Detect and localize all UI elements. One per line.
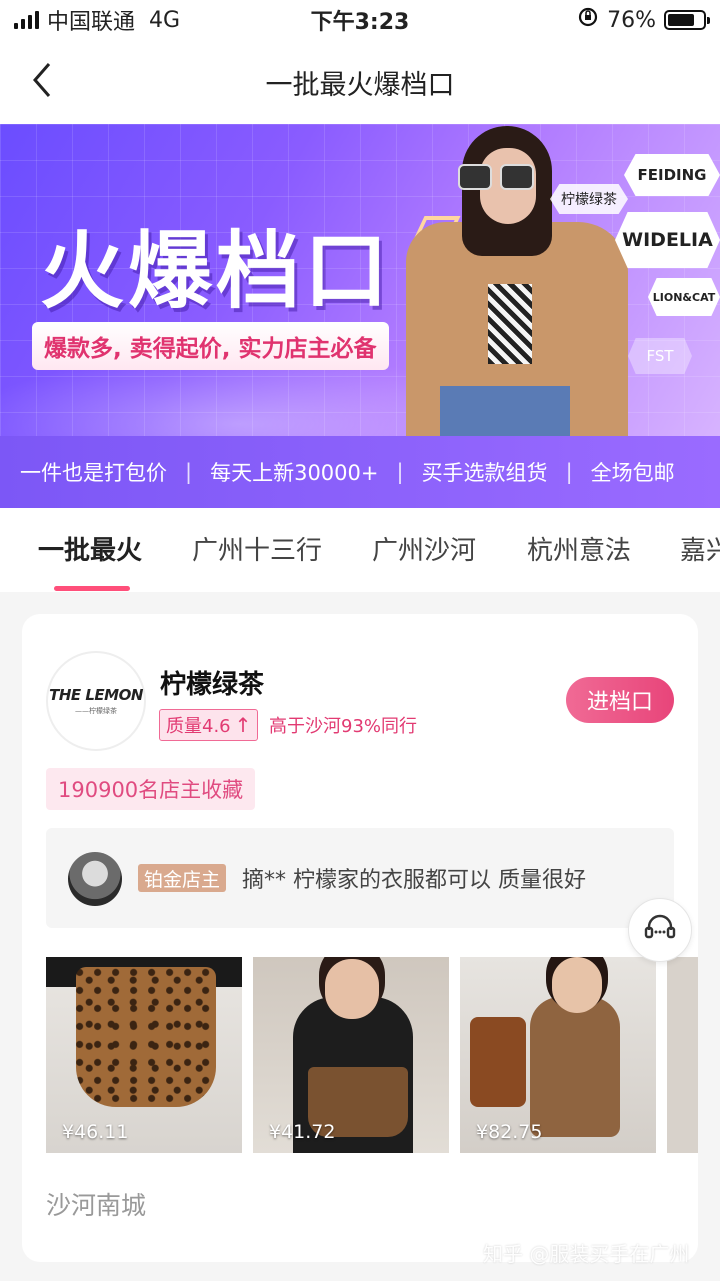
watermark: 知乎 @服装买手在广州 [483, 1242, 690, 1266]
favorites-badge: 190900名店主收藏 [46, 768, 256, 810]
brand-tag: LION&CAT [648, 278, 720, 316]
logo-subtext: ——柠檬绿茶 [75, 707, 117, 715]
brand-tag: 柠檬绿茶 [550, 184, 628, 214]
network-type: 4G [149, 7, 181, 33]
feature-item: 一件也是打包价 [20, 461, 167, 485]
quality-badge: 质量4.6 ↑ [159, 709, 259, 741]
tab-hangzhou-yifa[interactable]: 杭州意法 [527, 530, 631, 567]
tab-guangzhou-shisanhang[interactable]: 广州十三行 [192, 530, 322, 567]
battery-icon [664, 10, 710, 30]
member-level-badge: 铂金店主 [138, 864, 227, 892]
product-card-partial[interactable] [667, 957, 698, 1153]
divider: | [396, 460, 404, 484]
banner-subline: 爆款多, 卖得起价, 实力店主必备 [32, 322, 389, 370]
navigation-bar: 一批最火爆档口 [0, 40, 720, 124]
page-title: 一批最火爆档口 [265, 69, 455, 101]
feature-item: 每天上新30000+ [210, 461, 379, 485]
avatar [68, 852, 122, 906]
product-card[interactable]: ¥46.11 [46, 957, 242, 1153]
customer-service-button[interactable] [628, 898, 692, 962]
market-tabs: 一批最火 广州十三行 广州沙河 杭州意法 嘉兴 [0, 508, 720, 592]
quality-score: 质量4.6 [166, 716, 231, 737]
active-tab-indicator [54, 586, 130, 591]
feature-item: 全场包邮 [590, 461, 675, 485]
promo-banner[interactable]: 火爆档口 爆款多, 卖得起价, 实力店主必备 FEIDING WIDELIA L… [0, 124, 720, 436]
shop-district: 沙河南城 [46, 1191, 147, 1220]
product-price: ¥82.75 [476, 1121, 543, 1143]
feature-strip: 一件也是打包价 | 每天上新30000+ | 买手选款组货 | 全场包邮 [0, 436, 720, 508]
brand-tag: FST [628, 338, 692, 374]
product-carousel[interactable]: ¥46.11 ¥41.72 ¥82.75 [46, 957, 698, 1153]
headset-icon [642, 910, 678, 950]
product-card[interactable]: ¥82.75 [460, 957, 656, 1153]
quality-comparison: 高于沙河93%同行 [269, 716, 418, 737]
model-image [400, 124, 630, 436]
tab-guangzhou-shahe[interactable]: 广州沙河 [372, 530, 476, 567]
chevron-left-icon [31, 62, 53, 102]
product-price: ¥46.11 [62, 1121, 129, 1143]
shop-card[interactable]: THE LEMON ——柠檬绿茶 柠檬绿茶 质量4.6 ↑ 高于沙河93%同行 … [22, 614, 698, 1262]
banner-headline: 火爆档口 [40, 222, 393, 320]
battery-percent: 76% [607, 7, 656, 33]
shop-logo[interactable]: THE LEMON ——柠檬绿茶 [46, 651, 146, 751]
enter-shop-button[interactable]: 进档口 [566, 677, 674, 723]
product-card[interactable]: ¥41.72 [253, 957, 449, 1153]
rotation-lock-icon [577, 6, 599, 34]
divider: | [185, 460, 193, 484]
status-bar: 中国联通 4G 下午3:23 76% [0, 0, 720, 40]
back-button[interactable] [22, 60, 62, 104]
carrier-name: 中国联通 [47, 10, 136, 35]
product-price: ¥41.72 [269, 1121, 336, 1143]
review-text: 摘** 柠檬家的衣服都可以 质量很好 [242, 868, 586, 893]
logo-text: THE LEMON [49, 686, 143, 704]
divider: | [565, 460, 573, 484]
brand-tag: FEIDING [624, 154, 720, 196]
brand-tag: WIDELIA [615, 212, 720, 268]
tab-yipi-zuihuo[interactable]: 一批最火 [38, 530, 142, 567]
signal-icon [14, 11, 39, 29]
arrow-up-icon: ↑ [234, 713, 252, 737]
review-snippet[interactable]: 铂金店主 摘** 柠檬家的衣服都可以 质量很好 [46, 828, 674, 928]
feature-item: 买手选款组货 [421, 461, 548, 485]
shop-name: 柠檬绿茶 [160, 670, 265, 700]
tab-jiaxing[interactable]: 嘉兴 [680, 530, 720, 567]
